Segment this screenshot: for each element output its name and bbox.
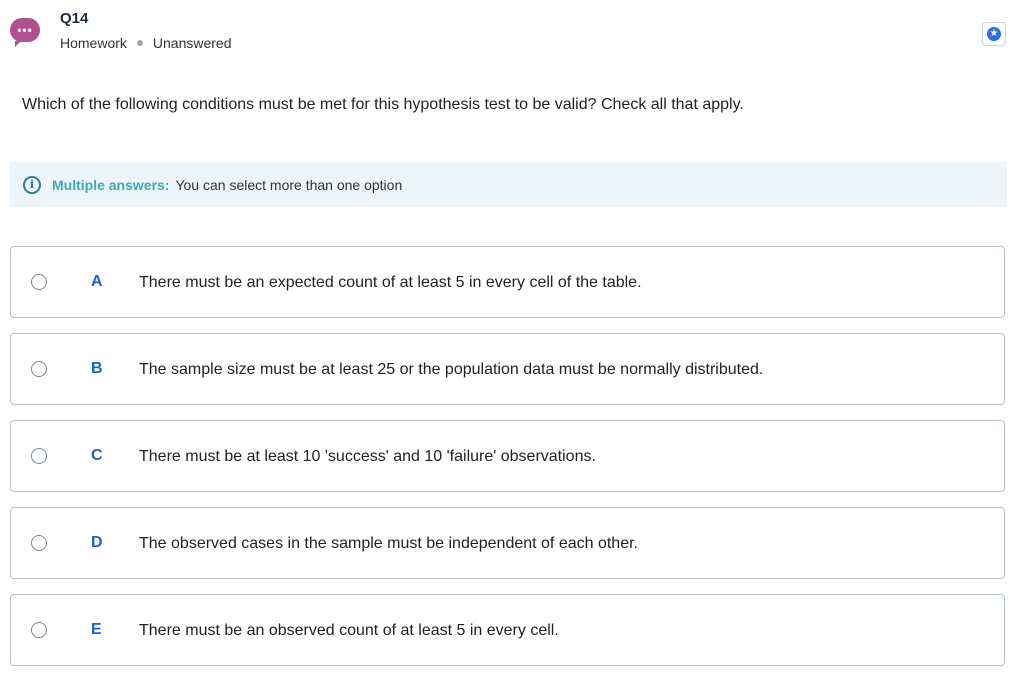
option-letter: A — [91, 273, 103, 290]
option-letter: D — [91, 534, 103, 551]
star-icon: ★ — [987, 27, 1001, 41]
radio-button[interactable] — [31, 274, 47, 290]
question-header: ••• Q14 Homework Unanswered ★ — [0, 0, 1024, 70]
question-status: Unanswered — [152, 35, 232, 51]
question-text: Which of the following conditions must b… — [22, 96, 744, 113]
info-text: You can select more than one option — [175, 176, 403, 193]
option-d[interactable]: D The observed cases in the sample must … — [10, 507, 1005, 579]
option-b[interactable]: B The sample size must be at least 25 or… — [10, 333, 1005, 405]
radio-button[interactable] — [31, 361, 47, 377]
question-meta: Homework Unanswered — [60, 35, 232, 51]
info-icon: i — [23, 175, 41, 194]
separator-dot — [136, 40, 143, 46]
question-category: Homework — [60, 35, 127, 51]
option-text: There must be at least 10 'success' and … — [139, 448, 596, 465]
comment-icon[interactable]: ••• — [10, 18, 40, 47]
option-letter: C — [91, 447, 103, 464]
option-text: The observed cases in the sample must be… — [139, 535, 638, 552]
question-number: Q14 — [60, 10, 89, 27]
option-e[interactable]: E There must be an observed count of at … — [10, 594, 1005, 666]
option-c[interactable]: C There must be at least 10 'success' an… — [10, 420, 1005, 492]
option-text: There must be an expected count of at le… — [139, 274, 642, 291]
radio-button[interactable] — [31, 622, 47, 638]
radio-button[interactable] — [31, 448, 47, 464]
info-banner: i Multiple answers: You can select more … — [10, 162, 1007, 207]
option-letter: E — [91, 621, 102, 638]
bookmark-button[interactable]: ★ — [982, 22, 1006, 46]
option-text: There must be an observed count of at le… — [139, 622, 559, 639]
avatar-glyph: ••• — [17, 23, 33, 37]
option-text: The sample size must be at least 25 or t… — [139, 361, 764, 378]
option-letter: B — [91, 360, 103, 377]
option-a[interactable]: A There must be an expected count of at … — [10, 246, 1005, 318]
info-title: Multiple answers: — [52, 176, 170, 193]
radio-button[interactable] — [31, 535, 47, 551]
